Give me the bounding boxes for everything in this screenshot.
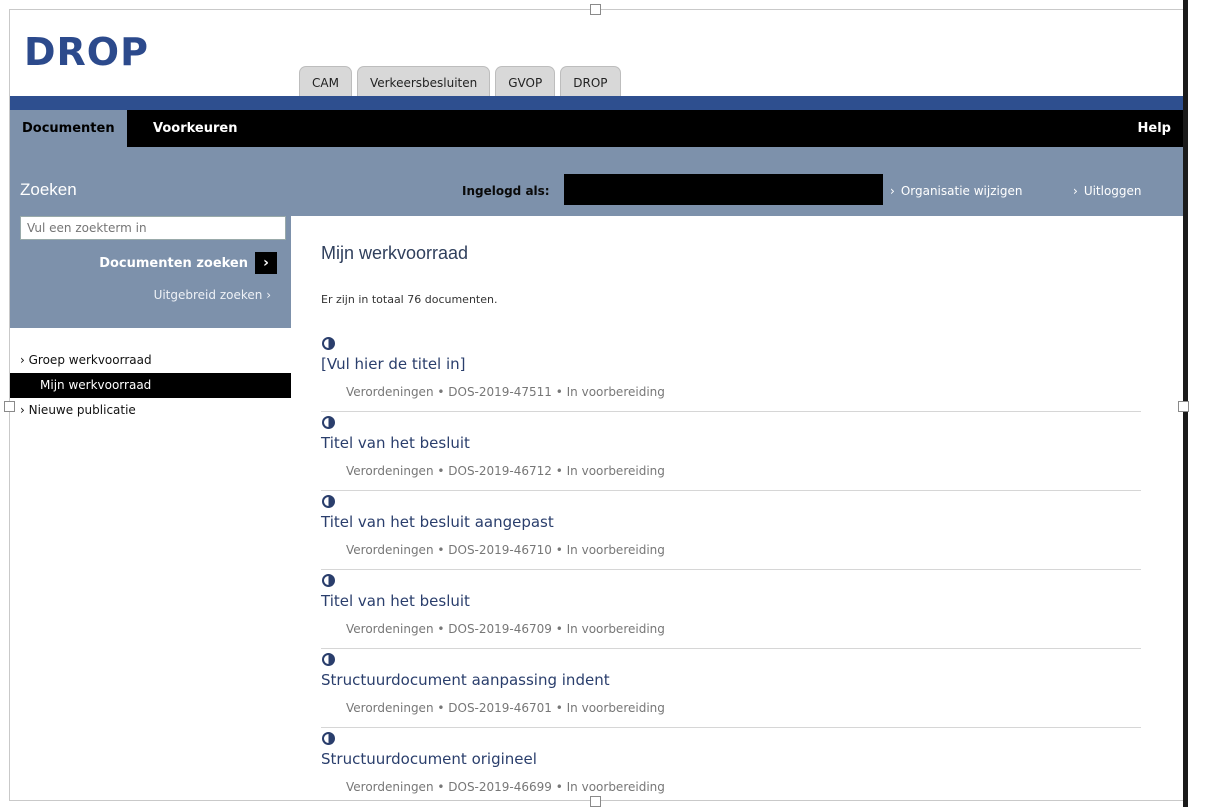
half-circle-icon [322, 337, 335, 350]
resize-handle[interactable] [590, 4, 601, 15]
half-circle-icon [322, 416, 335, 429]
app-logo: DROP [24, 30, 149, 74]
header-band [10, 96, 1183, 110]
menu-documents[interactable]: Documenten [10, 110, 127, 147]
document-title-link[interactable]: Titel van het besluit aangepast [321, 513, 554, 531]
document-title-link[interactable]: Titel van het besluit [321, 592, 470, 610]
list-item: [Vul hier de titel in] Verordeningen • D… [321, 333, 1141, 412]
list-item: Titel van het besluit Verordeningen • DO… [321, 412, 1141, 491]
sidebar-item-group-workload[interactable]: › Groep werkvoorraad [10, 348, 291, 373]
logout-link[interactable]: › Uitloggen [1073, 184, 1142, 198]
list-item: Titel van het besluit Verordeningen • DO… [321, 570, 1141, 649]
document-title-link[interactable]: Structuurdocument aanpassing indent [321, 671, 610, 689]
menu-help[interactable]: Help [1126, 110, 1183, 147]
half-circle-icon [322, 732, 335, 745]
resize-handle[interactable] [590, 796, 601, 807]
app-tabs: CAM Verkeersbesluiten GVOP DROP [299, 66, 621, 98]
document-title-link[interactable]: [Vul hier de titel in] [321, 355, 466, 373]
change-organisation-link[interactable]: › Organisatie wijzigen [890, 184, 1022, 198]
sidebar-item-my-workload[interactable]: Mijn werkvoorraad [10, 373, 291, 398]
chevron-right-icon: › [890, 184, 895, 198]
document-title-link[interactable]: Structuurdocument origineel [321, 750, 537, 768]
resize-handle[interactable] [1178, 401, 1189, 412]
sidebar-item-label: Groep werkvoorraad [28, 353, 152, 367]
tab-drop[interactable]: DROP [560, 66, 621, 98]
chevron-right-icon: › [266, 288, 271, 302]
search-input[interactable] [20, 216, 286, 240]
document-title-link[interactable]: Titel van het besluit [321, 434, 470, 452]
document-list: [Vul hier de titel in] Verordeningen • D… [321, 333, 1141, 800]
half-circle-icon [322, 574, 335, 587]
document-count: Er zijn in totaal 76 documenten. [321, 293, 498, 306]
chevron-right-icon: › [20, 403, 29, 417]
tab-verkeersbesluiten[interactable]: Verkeersbesluiten [356, 66, 491, 98]
sidebar-nav: › Groep werkvoorraad Mijn werkvoorraad ›… [10, 348, 291, 423]
tab-cam[interactable]: CAM [299, 66, 352, 98]
search-title: Zoeken [20, 180, 77, 199]
logged-in-label: Ingelogd als: [462, 184, 550, 198]
logout-label: Uitloggen [1083, 184, 1142, 198]
page-title: Mijn werkvoorraad [321, 243, 469, 263]
resize-handle[interactable] [4, 401, 15, 412]
advanced-search-label: Uitgebreid zoeken [153, 288, 263, 302]
sidebar-item-label: Mijn werkvoorraad [40, 378, 152, 392]
list-item: Structuurdocument aanpassing indent Vero… [321, 649, 1141, 728]
list-item: Titel van het besluit aangepast Verorden… [321, 491, 1141, 570]
half-circle-icon [322, 495, 335, 508]
sidebar-item-new-publication[interactable]: › Nieuwe publicatie [10, 398, 291, 423]
arrow-right-icon: › [255, 252, 277, 274]
search-panel: Documenten zoeken › Uitgebreid zoeken › [10, 216, 291, 328]
documents-search-label: Documenten zoeken [99, 255, 248, 271]
document-meta: Verordeningen • DOS-2019-46710 • In voor… [346, 543, 665, 557]
document-meta: Verordeningen • DOS-2019-47511 • In voor… [346, 385, 665, 399]
tab-gvop[interactable]: GVOP [495, 66, 556, 98]
change-organisation-label: Organisatie wijzigen [900, 184, 1023, 198]
document-meta: Verordeningen • DOS-2019-46699 • In voor… [346, 780, 665, 794]
document-meta: Verordeningen • DOS-2019-46712 • In voor… [346, 464, 665, 478]
chevron-right-icon: › [20, 353, 29, 367]
half-circle-icon [322, 653, 335, 666]
menu-preferences[interactable]: Voorkeuren [141, 110, 249, 147]
search-header-bar: Zoeken Ingelogd als: › Organisatie wijzig… [10, 147, 1183, 216]
main-menu: Documenten Voorkeuren Help [10, 110, 1183, 147]
documents-search-button[interactable]: Documenten zoeken › [99, 252, 277, 274]
list-item: Structuurdocument origineel Verordeninge… [321, 728, 1141, 800]
document-meta: Verordeningen • DOS-2019-46701 • In voor… [346, 701, 665, 715]
advanced-search-link[interactable]: Uitgebreid zoeken › [154, 288, 271, 302]
chevron-right-icon: › [1073, 184, 1078, 198]
sidebar-item-label: Nieuwe publicatie [28, 403, 136, 417]
app-window: DROP CAM Verkeersbesluiten GVOP DROP Doc… [9, 9, 1184, 801]
document-meta: Verordeningen • DOS-2019-46709 • In voor… [346, 622, 665, 636]
redacted-username [564, 174, 883, 205]
